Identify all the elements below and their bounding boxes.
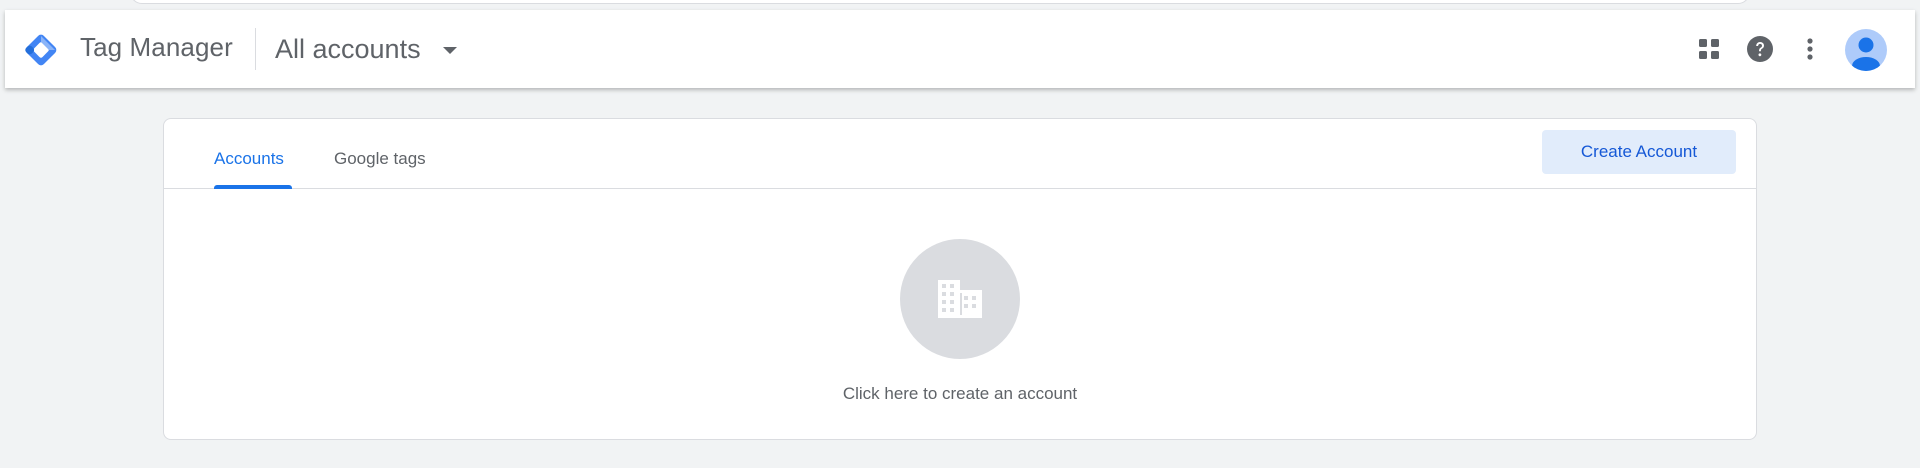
top-bar-edge [130, 0, 1750, 4]
account-switcher[interactable]: All accounts [275, 24, 457, 74]
apps-grid-icon [1699, 39, 1719, 59]
account-switcher-label: All accounts [275, 33, 421, 64]
dropdown-arrow-icon [442, 46, 457, 54]
tab-accounts[interactable]: Accounts [214, 149, 284, 189]
help-circle-icon [1747, 36, 1773, 62]
help-button[interactable] [1740, 29, 1780, 69]
app-header: Tag Manager All accounts [5, 10, 1915, 88]
tab-bar: Accounts Google tags Create Account [164, 119, 1756, 189]
account-avatar[interactable] [1845, 29, 1887, 71]
accounts-card: Accounts Google tags Create Account Clic… [163, 118, 1757, 440]
apps-button[interactable] [1689, 29, 1729, 69]
more-vert-icon [1807, 38, 1813, 60]
tab-google-tags[interactable]: Google tags [334, 149, 426, 189]
empty-state-text: Click here to create an account [842, 384, 1078, 403]
account-avatar-icon [1852, 37, 1880, 71]
more-options-button[interactable] [1790, 29, 1830, 69]
create-account-empty-state[interactable]: Click here to create an account [164, 189, 1756, 439]
create-account-button[interactable]: Create Account [1542, 130, 1736, 174]
product-name: Tag Manager [80, 32, 233, 62]
browser-top-strip [0, 0, 1920, 10]
tag-manager-logo-icon[interactable] [21, 30, 61, 70]
building-icon [938, 280, 982, 318]
empty-state-icon-circle [900, 239, 1020, 359]
header-divider [255, 28, 256, 70]
